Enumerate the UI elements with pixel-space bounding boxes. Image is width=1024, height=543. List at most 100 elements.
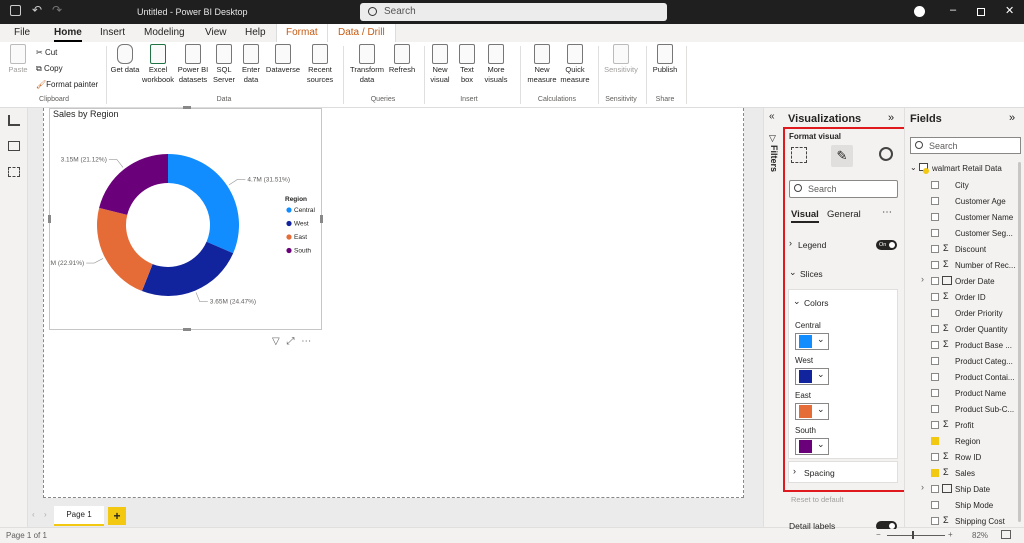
new-visual-button[interactable]: New visual xyxy=(426,42,454,85)
filters-pane[interactable]: « ▽ Filters xyxy=(763,108,783,527)
legend-item[interactable]: South xyxy=(294,248,311,255)
field-item[interactable]: Σ Row ID xyxy=(905,449,1017,465)
field-item[interactable]: Customer Age xyxy=(905,193,1017,209)
close-icon[interactable]: ✕ xyxy=(1005,4,1014,17)
reset-default-link[interactable]: Reset to default xyxy=(791,495,844,504)
excel-button[interactable]: Excel workbook xyxy=(140,42,176,85)
table-walmart[interactable]: ⌄ walmart Retail Data xyxy=(910,162,1021,178)
menu-modeling[interactable]: Modeling xyxy=(144,24,185,42)
field-checkbox[interactable] xyxy=(931,485,939,493)
fields-search-input[interactable]: Search xyxy=(910,137,1021,154)
get-data-button[interactable]: Get data xyxy=(110,42,140,75)
search-input[interactable]: Search xyxy=(360,3,667,21)
menu-insert[interactable]: Insert xyxy=(100,24,125,42)
save-icon[interactable] xyxy=(10,5,21,16)
donut-slice-south[interactable] xyxy=(99,154,168,215)
redo-icon[interactable]: ↷ xyxy=(52,3,62,17)
menu-data-drill[interactable]: Data / Drill xyxy=(327,24,396,42)
field-checkbox[interactable] xyxy=(931,261,939,269)
field-item[interactable]: Ship Mode xyxy=(905,497,1017,513)
recent-sources-button[interactable]: Recent sources xyxy=(302,42,338,85)
resize-handle[interactable] xyxy=(183,106,191,109)
undo-icon[interactable]: ↶ xyxy=(32,3,42,17)
resize-handle[interactable] xyxy=(183,328,191,331)
field-checkbox[interactable] xyxy=(931,245,939,253)
field-item[interactable]: Σ Order ID xyxy=(905,289,1017,305)
donut-slice-west[interactable] xyxy=(141,241,234,296)
field-item[interactable]: Order Priority xyxy=(905,305,1017,321)
field-item[interactable]: Σ Discount xyxy=(905,241,1017,257)
field-checkbox[interactable] xyxy=(931,309,939,317)
field-item[interactable]: City xyxy=(905,177,1017,193)
detail-labels-section[interactable]: Detail labels xyxy=(788,521,900,529)
menu-format[interactable]: Format xyxy=(276,24,328,42)
publish-button[interactable]: Publish xyxy=(648,42,682,75)
field-item[interactable]: › Ship Date xyxy=(905,481,1017,497)
transform-button[interactable]: Transform data xyxy=(348,42,386,85)
add-page-button[interactable]: + xyxy=(108,507,126,525)
field-item[interactable]: Σ Profit xyxy=(905,417,1017,433)
paste-button[interactable]: Paste xyxy=(6,42,30,75)
copy-button[interactable]: ⧉ Copy xyxy=(36,64,63,74)
field-checkbox[interactable] xyxy=(931,325,939,333)
collapse-icon[interactable]: » xyxy=(888,112,894,124)
chevron-right-icon[interactable]: › xyxy=(44,510,47,519)
menu-view[interactable]: View xyxy=(205,24,227,42)
chevron-right-icon[interactable]: › xyxy=(921,482,924,492)
expand-icon[interactable]: « xyxy=(769,111,775,122)
model-view-icon[interactable] xyxy=(8,167,20,177)
field-item[interactable]: Product Categ... xyxy=(905,353,1017,369)
zoom-in-button[interactable]: + xyxy=(948,530,953,539)
field-checkbox[interactable] xyxy=(931,421,939,429)
field-checkbox[interactable] xyxy=(931,341,939,349)
field-item[interactable]: Product Contai... xyxy=(905,369,1017,385)
minimize-icon[interactable]: – xyxy=(950,4,956,16)
field-checkbox[interactable] xyxy=(931,197,939,205)
field-checkbox[interactable] xyxy=(931,437,939,445)
legend-item[interactable]: West xyxy=(294,221,309,228)
field-checkbox[interactable] xyxy=(931,373,939,381)
field-item[interactable]: Σ Shipping Cost xyxy=(905,513,1017,527)
sql-button[interactable]: SQL Server xyxy=(210,42,238,85)
restore-icon[interactable] xyxy=(977,8,985,16)
chevron-left-icon[interactable]: ‹ xyxy=(32,510,35,519)
field-checkbox[interactable] xyxy=(931,181,939,189)
field-checkbox[interactable] xyxy=(931,213,939,221)
collapse-icon[interactable]: » xyxy=(1009,112,1015,124)
cut-button[interactable]: ✂ Cut xyxy=(36,48,57,57)
field-item[interactable]: Region xyxy=(905,433,1017,449)
fit-page-icon[interactable] xyxy=(1001,530,1011,539)
more-visuals-button[interactable]: More visuals xyxy=(480,42,512,85)
tab-page-1[interactable]: Page 1 xyxy=(54,506,104,526)
focus-mode-icon[interactable]: ⤢ xyxy=(286,336,294,347)
refresh-button[interactable]: Refresh xyxy=(386,42,418,75)
scrollbar[interactable] xyxy=(1018,162,1021,522)
quick-measure-button[interactable]: Quick measure xyxy=(560,42,590,85)
menu-file[interactable]: File xyxy=(14,24,30,42)
new-measure-button[interactable]: New measure xyxy=(524,42,560,85)
menu-home[interactable]: Home xyxy=(54,24,82,42)
field-checkbox[interactable] xyxy=(931,453,939,461)
resize-handle[interactable] xyxy=(320,215,323,223)
format-painter-button[interactable]: 🖌Format painter xyxy=(36,80,98,89)
text-box-button[interactable]: Text box xyxy=(454,42,480,85)
filter-icon[interactable]: ▽ xyxy=(272,336,280,347)
field-item[interactable]: › Order Date xyxy=(905,273,1017,289)
field-item[interactable]: Customer Seg... xyxy=(905,225,1017,241)
field-checkbox[interactable] xyxy=(931,389,939,397)
field-checkbox[interactable] xyxy=(931,405,939,413)
account-icon[interactable] xyxy=(914,6,925,17)
field-item[interactable]: Σ Sales xyxy=(905,465,1017,481)
field-item[interactable]: Product Name xyxy=(905,385,1017,401)
more-options-icon[interactable]: ⋯ xyxy=(301,336,311,347)
zoom-thumb[interactable] xyxy=(912,531,914,539)
chevron-right-icon[interactable]: › xyxy=(921,274,924,284)
donut-slice-central[interactable] xyxy=(168,154,239,254)
menu-help[interactable]: Help xyxy=(245,24,266,42)
field-checkbox[interactable] xyxy=(931,517,939,525)
field-item[interactable]: Σ Order Quantity xyxy=(905,321,1017,337)
zoom-out-button[interactable]: − xyxy=(876,530,881,539)
legend-item[interactable]: Central xyxy=(294,207,316,214)
field-checkbox[interactable] xyxy=(931,501,939,509)
donut-chart-visual[interactable]: Sales by Region 4.7M (31.51%) 3.65M (24.4… xyxy=(48,106,323,331)
